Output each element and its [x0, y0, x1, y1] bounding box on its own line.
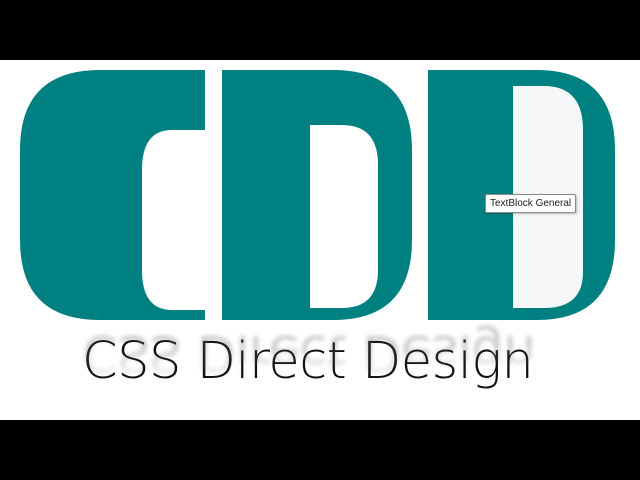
video-frame: TextBlock General CSS Direct Design CSS … — [0, 0, 640, 480]
top-letterbox — [0, 0, 640, 60]
bottom-letterbox — [0, 420, 640, 480]
logo-letter-d-1 — [222, 70, 412, 320]
title-reflection: CSS Direct Design — [82, 323, 536, 382]
title-block: CSS Direct Design CSS Direct Design — [82, 323, 562, 420]
logo-letter-c — [20, 70, 205, 320]
textblock-tooltip: TextBlock General — [485, 194, 577, 213]
logo-canvas: TextBlock General CSS Direct Design CSS … — [0, 60, 640, 420]
